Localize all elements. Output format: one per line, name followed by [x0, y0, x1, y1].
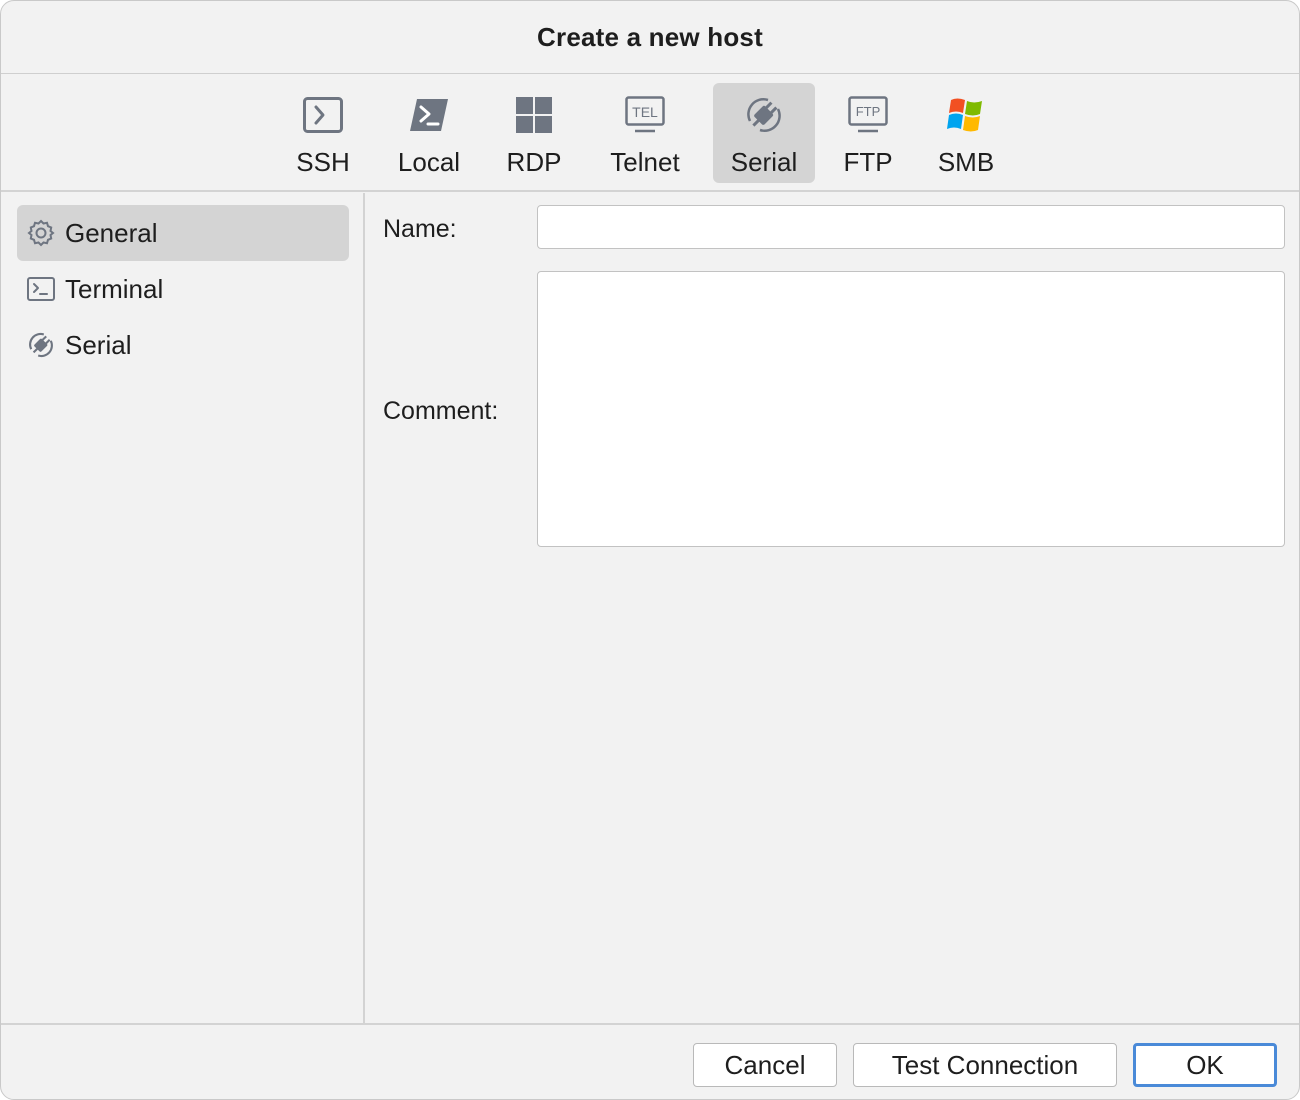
comment-textarea[interactable]: [537, 271, 1285, 547]
gear-icon: [26, 218, 56, 248]
host-type-label: Telnet: [610, 147, 680, 177]
test-connection-button[interactable]: Test Connection: [853, 1043, 1117, 1087]
svg-text:FTP: FTP: [856, 104, 881, 119]
dialog-footer: Cancel Test Connection OK: [1, 1023, 1299, 1099]
host-type-toolbar: SSH Local RDP TEL Telnet Serial FTP FTP …: [1, 75, 1299, 192]
rdp-windows-tiles-icon: [510, 91, 558, 139]
telnet-monitor-icon: TEL: [621, 91, 669, 139]
ftp-monitor-icon: FTP: [844, 91, 892, 139]
serial-plug-icon: [26, 330, 56, 360]
host-type-telnet[interactable]: TEL Telnet: [595, 83, 695, 183]
host-type-label: FTP: [843, 147, 893, 177]
host-type-label: Serial: [730, 147, 798, 177]
comment-label: Comment:: [383, 397, 499, 425]
sidebar-item-terminal[interactable]: Terminal: [17, 261, 349, 317]
create-host-dialog: Create a new host SSH Local RDP TEL Teln…: [0, 0, 1300, 1100]
svg-text:TEL: TEL: [632, 104, 658, 120]
host-type-label: SSH: [296, 147, 350, 177]
local-powershell-icon: [405, 91, 453, 139]
general-settings-panel: Name: Comment:: [367, 193, 1299, 1023]
host-type-rdp[interactable]: RDP: [495, 83, 573, 183]
terminal-icon: [26, 274, 56, 304]
sidebar-item-label: Terminal: [65, 273, 164, 304]
title-bar: Create a new host: [1, 1, 1299, 74]
sidebar-item-general[interactable]: General: [17, 205, 349, 261]
name-field[interactable]: [537, 205, 1285, 249]
sidebar-item-serial[interactable]: Serial: [17, 317, 349, 373]
ssh-terminal-icon: [299, 91, 347, 139]
sidebar-item-label: Serial: [65, 329, 132, 360]
host-type-label: SMB: [937, 147, 995, 177]
host-type-smb[interactable]: SMB: [927, 83, 1005, 183]
host-type-ftp[interactable]: FTP FTP: [835, 83, 901, 183]
host-type-ssh[interactable]: SSH: [284, 83, 362, 183]
settings-sidebar: General Terminal Serial: [1, 193, 365, 1023]
dialog-title: Create a new host: [537, 21, 763, 52]
ok-button[interactable]: OK: [1133, 1043, 1277, 1087]
host-type-local[interactable]: Local: [385, 83, 473, 183]
host-type-label: RDP: [506, 147, 562, 177]
smb-windows-flag-icon: [942, 91, 990, 139]
name-label: Name:: [383, 215, 457, 243]
serial-plug-icon: [740, 91, 788, 139]
cancel-button[interactable]: Cancel: [693, 1043, 837, 1087]
host-type-serial[interactable]: Serial: [713, 83, 815, 183]
host-type-label: Local: [397, 147, 461, 177]
sidebar-item-label: General: [65, 217, 158, 248]
